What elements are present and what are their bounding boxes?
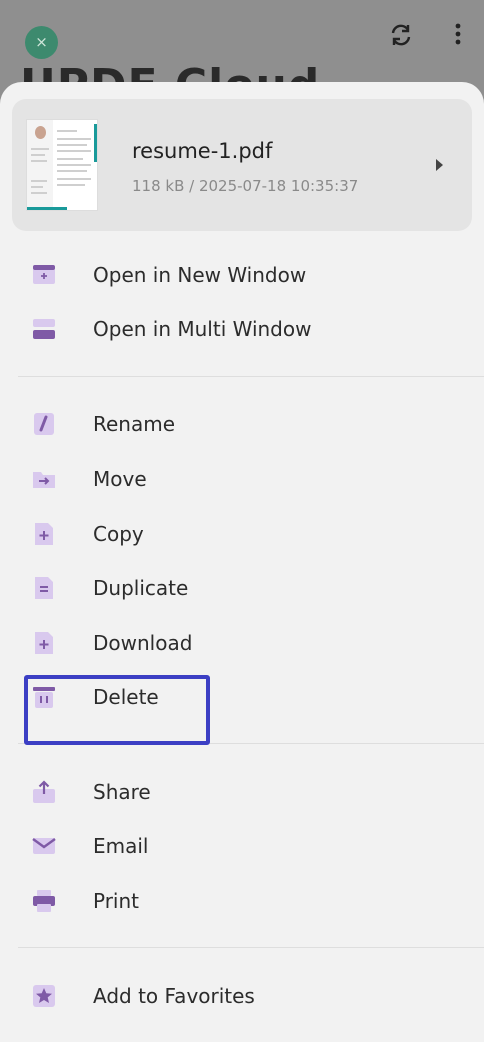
share-upload-icon: [33, 780, 55, 803]
menu-item-rename[interactable]: Rename: [0, 400, 484, 450]
file-name: resume-1.pdf: [132, 139, 273, 163]
rename-icon: [34, 413, 54, 435]
menu-label: Download: [93, 631, 193, 655]
menu-label: Email: [93, 834, 149, 858]
menu-label: Move: [93, 467, 147, 491]
divider: [18, 376, 484, 377]
menu-item-download[interactable]: Download: [0, 619, 484, 669]
menu-label: Open in Multi Window: [93, 317, 312, 341]
menu-label: Print: [93, 889, 140, 913]
menu-label: Share: [93, 780, 151, 804]
menu-item-add-to-favorites[interactable]: Add to Favorites: [0, 972, 484, 1022]
more-options-icon[interactable]: [448, 20, 468, 50]
menu-item-duplicate[interactable]: Duplicate: [0, 564, 484, 614]
menu-label: Add to Favorites: [93, 984, 255, 1008]
menu-item-copy[interactable]: Copy: [0, 510, 484, 560]
email-icon: [32, 838, 56, 854]
printer-icon: [33, 890, 55, 912]
sync-icon[interactable]: [386, 20, 416, 50]
file-card[interactable]: resume-1.pdf 118 kB / 2025-07-18 10:35:3…: [12, 99, 472, 231]
download-icon: [35, 632, 53, 654]
share-highlight-box: [24, 675, 210, 745]
move-folder-icon: [33, 472, 55, 488]
menu-item-email[interactable]: Email: [0, 822, 484, 872]
action-sheet: resume-1.pdf 118 kB / 2025-07-18 10:35:3…: [0, 82, 484, 1042]
new-window-icon: [33, 265, 55, 284]
menu-label: Copy: [93, 522, 144, 546]
divider: [18, 947, 484, 948]
pdf-thumbnail: [26, 119, 98, 211]
menu-item-open-new-window[interactable]: Open in New Window: [0, 251, 484, 301]
menu-label: Rename: [93, 412, 176, 436]
multi-window-icon: [33, 319, 55, 339]
file-meta: 118 kB / 2025-07-18 10:35:37: [132, 177, 359, 195]
menu-label: Open in New Window: [93, 263, 307, 287]
copy-icon: [35, 523, 53, 545]
menu-label: Duplicate: [93, 576, 189, 600]
duplicate-icon: [35, 577, 53, 599]
close-button[interactable]: ×: [25, 26, 58, 59]
menu-item-share[interactable]: Share: [0, 768, 484, 818]
chevron-right-icon: [436, 159, 443, 171]
menu-item-move[interactable]: Move: [0, 455, 484, 505]
menu-item-print[interactable]: Print: [0, 877, 484, 927]
menu-item-open-multi-window[interactable]: Open in Multi Window: [0, 305, 484, 355]
star-icon: [33, 985, 55, 1007]
